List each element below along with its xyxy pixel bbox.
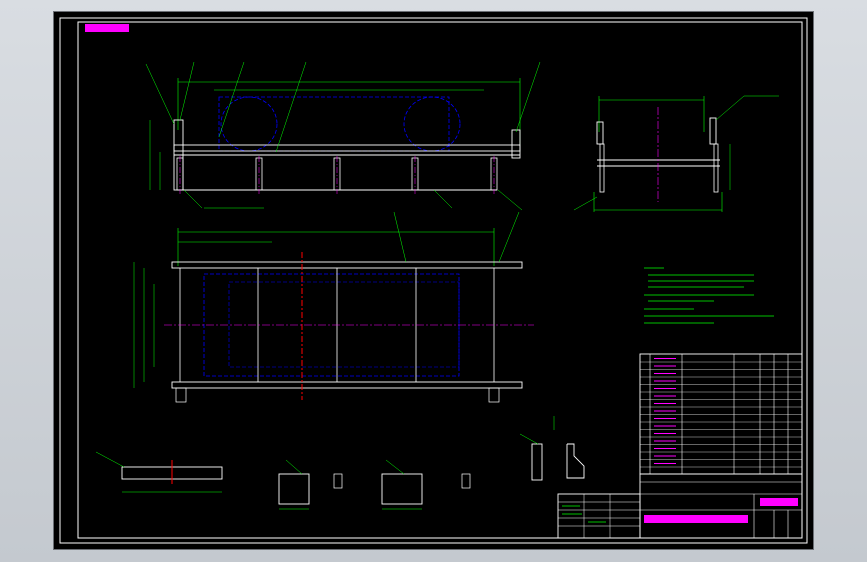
title-stamp-left (644, 515, 748, 523)
side-view (573, 95, 779, 212)
cad-drawing-canvas (59, 17, 808, 544)
front-view (145, 61, 541, 211)
cad-viewport[interactable] (54, 12, 813, 549)
top-view (133, 211, 534, 403)
detail-views (95, 416, 585, 510)
technical-notes (644, 267, 774, 324)
drawing-frame (77, 21, 803, 539)
title-stamp-right (760, 498, 798, 506)
frame-tag (85, 24, 129, 32)
title-block (639, 473, 803, 539)
parts-list (639, 353, 803, 475)
approval-block (557, 493, 641, 539)
